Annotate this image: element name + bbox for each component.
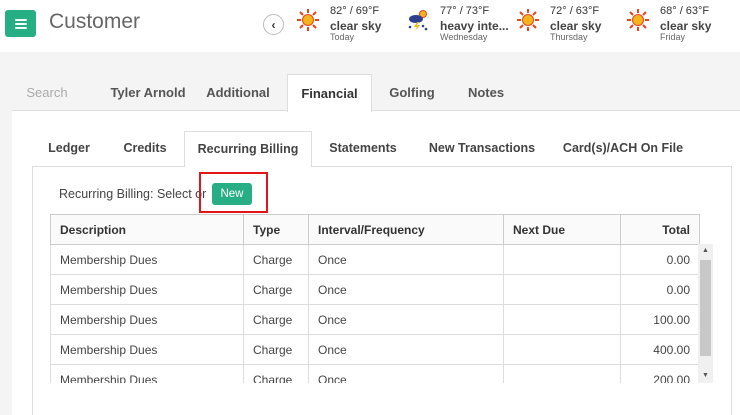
weather-day: Friday (660, 32, 686, 42)
cell-next-due (503, 244, 621, 275)
menu-button[interactable] (5, 10, 36, 37)
cell-interval: Once (308, 244, 504, 275)
cell-interval: Once (308, 334, 504, 365)
cell-type: Charge (243, 244, 309, 275)
column-header[interactable]: Type (243, 214, 309, 245)
table-row[interactable]: Membership Dues Charge Once 200.00 (50, 364, 700, 383)
cell-next-due (503, 364, 621, 383)
cell-description: Membership Dues (50, 334, 244, 365)
weather-day: Wednesday (440, 32, 488, 42)
header-bar: Customer ‹ 82° / 69°F clear sky Today 77… (0, 0, 740, 52)
chevron-left-icon[interactable]: ‹ (263, 14, 284, 35)
recurring-billing-table: Description Type Interval/Frequency Next… (50, 214, 713, 383)
recurring-billing-label: Recurring Billing: Select or (59, 187, 207, 201)
weather-day: Thursday (550, 32, 588, 42)
column-header[interactable]: Next Due (503, 214, 621, 245)
cell-total: 200.00 (620, 364, 700, 383)
storm-icon (408, 10, 428, 31)
financial-tabs: Ledger Credits Recurring Billing Stateme… (32, 131, 732, 167)
cell-total: 100.00 (620, 304, 700, 335)
tab-credits[interactable]: Credits (112, 131, 178, 166)
cell-description: Membership Dues (50, 304, 244, 335)
tab-statements[interactable]: Statements (320, 131, 406, 166)
cell-next-due (503, 304, 621, 335)
cell-next-due (503, 334, 621, 365)
weather-day: Today (330, 32, 355, 42)
cell-description: Membership Dues (50, 244, 244, 275)
scroll-down-icon[interactable]: ▼ (698, 369, 713, 383)
column-header[interactable]: Total (620, 214, 700, 245)
tab-search[interactable]: Search (12, 74, 82, 111)
weather-temp: 72° / 63°F (550, 5, 600, 17)
page-title: Customer (49, 10, 141, 33)
cell-next-due (503, 274, 621, 305)
inner-tabs-divider (32, 166, 732, 167)
sun-icon (627, 9, 649, 31)
column-header[interactable]: Interval/Frequency (308, 214, 504, 245)
table-scrollbar[interactable]: ▲ ▼ (698, 244, 713, 383)
tab-recurring-billing[interactable]: Recurring Billing (184, 131, 312, 167)
tab-financial[interactable]: Financial (287, 74, 372, 112)
cell-interval: Once (308, 274, 504, 305)
sun-icon (297, 9, 319, 31)
table-row[interactable]: Membership Dues Charge Once 0.00 (50, 274, 700, 305)
column-header[interactable]: Description (50, 214, 244, 245)
hamburger-icon (14, 18, 27, 29)
tab-ledger[interactable]: Ledger (37, 131, 101, 166)
weather-temp: 77° / 73°F (440, 5, 490, 17)
tab-golfing[interactable]: Golfing (374, 74, 450, 111)
cell-type: Charge (243, 364, 309, 383)
table-row[interactable]: Membership Dues Charge Once 100.00 (50, 304, 700, 335)
table-row[interactable]: Membership Dues Charge Once 0.00 (50, 244, 700, 275)
weather-desc: clear sky (330, 19, 382, 33)
scroll-up-icon[interactable]: ▲ (698, 244, 713, 258)
sun-icon (517, 9, 539, 31)
cell-description: Membership Dues (50, 274, 244, 305)
weather-temp: 68° / 63°F (660, 5, 710, 17)
weather-temp: 82° / 69°F (330, 5, 380, 17)
cell-type: Charge (243, 304, 309, 335)
tab-cards-ach[interactable]: Card(s)/ACH On File (559, 131, 687, 166)
cell-interval: Once (308, 364, 504, 383)
table-row[interactable]: Membership Dues Charge Once 400.00 (50, 334, 700, 365)
tab-notes[interactable]: Notes (452, 74, 520, 111)
tab-new-transactions[interactable]: New Transactions (424, 131, 540, 166)
tab-tyler-arnold[interactable]: Tyler Arnold (92, 74, 204, 111)
inner-panel-border (32, 166, 33, 415)
cell-type: Charge (243, 274, 309, 305)
cell-total: 0.00 (620, 274, 700, 305)
cell-type: Charge (243, 334, 309, 365)
weather-desc: heavy inte... (440, 19, 509, 33)
inner-panel-border (731, 166, 732, 415)
cell-description: Membership Dues (50, 364, 244, 383)
cell-total: 0.00 (620, 244, 700, 275)
customer-tabs: Search Tyler Arnold Additional Financial… (12, 74, 740, 112)
tab-additional[interactable]: Additional (195, 74, 281, 111)
table-header-row: Description Type Interval/Frequency Next… (50, 214, 700, 245)
weather-desc: clear sky (660, 19, 712, 33)
weather-desc: clear sky (550, 19, 602, 33)
cell-total: 400.00 (620, 334, 700, 365)
cell-interval: Once (308, 304, 504, 335)
new-button[interactable]: New (212, 183, 252, 205)
scrollbar-thumb[interactable] (700, 260, 711, 356)
